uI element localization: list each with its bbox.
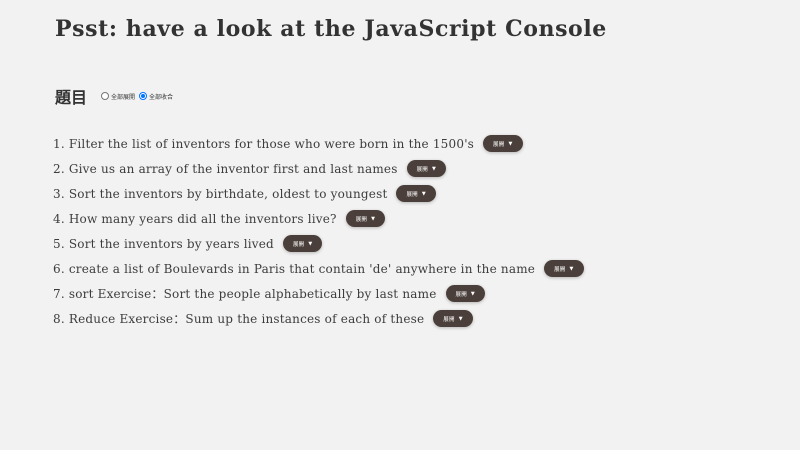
exercise-number: 1. xyxy=(53,136,65,151)
page-title: Psst: have a look at the JavaScript Cons… xyxy=(55,16,607,42)
expand-button[interactable]: 展開 ▼ xyxy=(483,135,523,152)
exercise-item-1: 1. Filter the list of inventors for thos… xyxy=(53,131,584,156)
caret-down-icon: ▼ xyxy=(421,190,426,197)
exercise-text: How many years did all the inventors liv… xyxy=(68,211,337,226)
caret-down-icon: ▼ xyxy=(569,265,574,272)
exercise-item-2: 2. Give us an array of the inventor firs… xyxy=(53,156,584,181)
expand-button-label: 展開 xyxy=(455,291,467,298)
expand-button[interactable]: 展開 ▼ xyxy=(544,260,584,277)
exercise-number: 8. xyxy=(53,311,65,326)
exercise-text: Sort the inventors by birthdate, oldest … xyxy=(68,186,388,201)
exercise-number: 5. xyxy=(53,236,65,251)
expand-button-label: 展開 xyxy=(406,191,418,198)
caret-down-icon: ▼ xyxy=(508,140,513,147)
caret-down-icon: ▼ xyxy=(371,215,376,222)
expand-all-label: 全部展開 xyxy=(111,93,136,101)
exercise-item-5: 5. Sort the inventors by years lived 展開 … xyxy=(53,231,584,256)
expand-button[interactable]: 展開 ▼ xyxy=(445,285,485,302)
expand-button-label: 展開 xyxy=(416,166,428,173)
expand-button[interactable]: 展開 ▼ xyxy=(345,210,386,227)
collapse-all-radio-indicator[interactable] xyxy=(139,92,148,100)
section-header: 題目 全部展開 全部收合 xyxy=(55,84,177,108)
expand-button-label: 展開 xyxy=(292,241,305,248)
exercise-number: 7. xyxy=(53,286,65,301)
exercise-item-6: 6. create a list of Boulevards in Paris … xyxy=(53,256,584,281)
caret-down-icon: ▼ xyxy=(458,315,463,322)
exercise-list: 1. Filter the list of inventors for thos… xyxy=(53,131,584,331)
exercise-number: 3. xyxy=(53,186,65,201)
expand-collapse-radio-group: 全部展開 全部收合 xyxy=(101,92,177,101)
exercise-item-8: 8. Reduce Exercise：Sum up the instances … xyxy=(53,306,584,331)
expand-button-label: 展開 xyxy=(554,266,566,273)
exercise-number: 6. xyxy=(53,261,65,276)
exercise-number: 4. xyxy=(53,211,65,226)
exercise-item-7: 7. sort Exercise：Sort the people alphabe… xyxy=(53,281,584,306)
exercise-text: Sort the inventors by years lived xyxy=(68,236,274,251)
expand-all-radio-indicator[interactable] xyxy=(101,92,110,100)
caret-down-icon: ▼ xyxy=(431,165,437,172)
expand-button-label: 展開 xyxy=(443,316,455,323)
exercise-text: Filter the list of inventors for those w… xyxy=(68,136,475,151)
exercise-text: create a list of Boulevards in Paris tha… xyxy=(68,261,536,276)
exercise-text: Give us an array of the inventor first a… xyxy=(68,161,398,176)
caret-down-icon: ▼ xyxy=(308,240,313,247)
caret-down-icon: ▼ xyxy=(470,290,475,297)
expand-button[interactable]: 展開 ▼ xyxy=(406,160,447,177)
expand-button-label: 展開 xyxy=(355,216,368,223)
collapse-all-radio[interactable]: 全部收合 xyxy=(139,92,173,101)
section-title: 題目 xyxy=(55,88,88,107)
expand-button[interactable]: 展開 ▼ xyxy=(433,310,473,327)
exercise-text: sort Exercise：Sort the people alphabetic… xyxy=(68,287,437,301)
collapse-all-label: 全部收合 xyxy=(149,93,174,101)
expand-button[interactable]: 展開 ▼ xyxy=(282,235,323,252)
expand-button-label: 展開 xyxy=(493,141,505,148)
expand-button[interactable]: 展開 ▼ xyxy=(396,185,436,202)
exercise-item-4: 4. How many years did all the inventors … xyxy=(53,206,584,231)
exercise-text: Reduce Exercise：Sum up the instances of … xyxy=(68,312,425,326)
expand-all-radio[interactable]: 全部展開 xyxy=(101,92,135,101)
exercise-item-3: 3. Sort the inventors by birthdate, olde… xyxy=(53,181,584,206)
exercise-number: 2. xyxy=(53,161,65,176)
